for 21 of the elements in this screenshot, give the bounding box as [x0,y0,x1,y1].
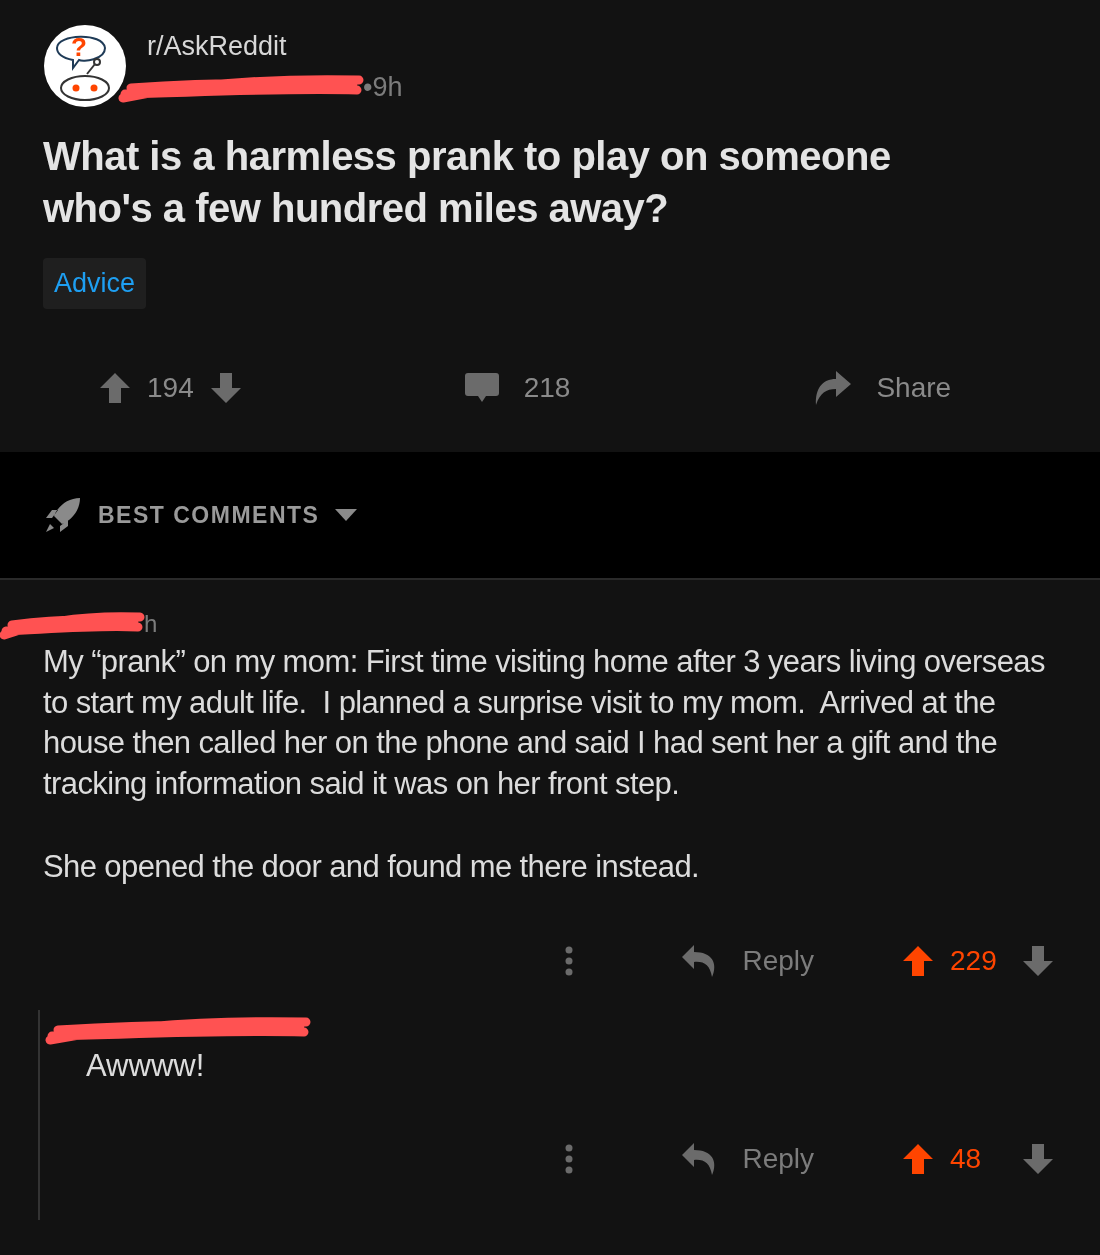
flair-tag[interactable]: Advice [43,258,147,309]
comment-text: She opened the door and found me there instead. [43,848,701,886]
comment-text: Awwww! [86,1046,206,1085]
comment-time: h [144,609,158,639]
subreddit-name[interactable]: r/AskReddit [147,26,403,67]
rocket-icon [44,496,82,534]
reply-button[interactable]: Reply [680,939,814,982]
subreddit-avatar-icon[interactable]: ? [43,24,127,108]
more-options-icon[interactable] [564,1142,575,1175]
caret-icon [335,509,358,521]
comment-score: 48 [950,1141,983,1176]
sort-dropdown[interactable]: BEST COMMENTS [44,496,358,534]
comments-button[interactable]: 218 [463,366,571,409]
more-options-icon[interactable] [564,944,575,977]
share-button[interactable]: Share [812,366,952,409]
post-score: 194 [147,370,194,405]
reply-button[interactable]: Reply [680,1137,814,1180]
post-title: What is a harmless prank to play on someone who's a few hundred miles away? [43,133,892,232]
comment-score: 229 [950,943,998,978]
comment-text: My “prank” on my mom: First time visiting home after 3 years living overseas to start my adult life. I planned a surprise visit to my mom. Arrived at the house then called her on the phone and said I had sent her a gift and the tracking information said it was on her front step. [43,643,1046,803]
post-time: •9h [363,70,403,104]
